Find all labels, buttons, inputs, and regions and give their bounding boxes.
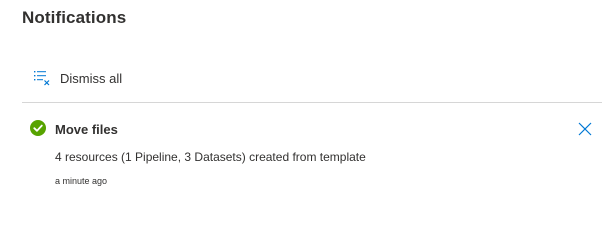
divider [22, 102, 602, 103]
notification-message: 4 resources (1 Pipeline, 3 Datasets) cre… [55, 150, 366, 164]
dismiss-all-button[interactable]: Dismiss all [34, 68, 122, 88]
notification-item[interactable]: Move files 4 resources (1 Pipeline, 3 Da… [22, 110, 602, 195]
panel-title: Notifications [22, 8, 127, 27]
notification-title: Move files [55, 122, 118, 137]
dismiss-all-icon [34, 71, 50, 86]
notifications-panel: Notifications Dismiss all Move files 4 r… [0, 0, 602, 201]
checkmark-circle-icon [30, 120, 46, 136]
dismiss-all-label: Dismiss all [60, 70, 123, 86]
close-icon[interactable] [578, 122, 592, 136]
notification-timestamp: a minute ago [55, 176, 108, 186]
